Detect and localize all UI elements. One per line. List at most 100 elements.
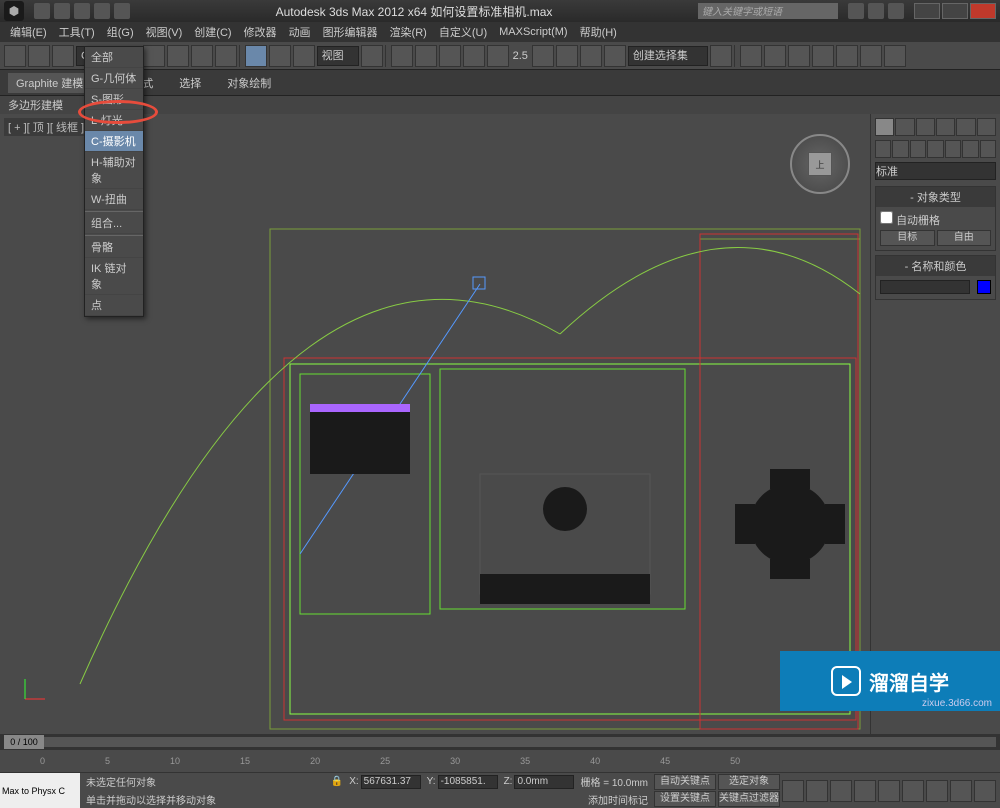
close-button[interactable] bbox=[970, 3, 996, 19]
menu-animation[interactable]: 动画 bbox=[289, 24, 311, 40]
coord-z-input[interactable] bbox=[514, 775, 574, 789]
menu-maxscript[interactable]: MAXScript(M) bbox=[499, 26, 567, 38]
viewcube-face[interactable]: 上 bbox=[808, 152, 832, 176]
time-slider-handle[interactable]: 0 / 100 bbox=[4, 735, 44, 749]
link-icon[interactable] bbox=[4, 45, 26, 67]
category-dropdown[interactable]: 标准 bbox=[875, 162, 996, 180]
maximize-viewport-icon[interactable] bbox=[974, 780, 996, 802]
layer-icon[interactable] bbox=[604, 45, 626, 67]
display-tab-icon[interactable] bbox=[956, 118, 975, 136]
create-cameras-icon[interactable] bbox=[927, 140, 943, 158]
mirror-icon[interactable] bbox=[556, 45, 578, 67]
menu-tools[interactable]: 工具(T) bbox=[59, 24, 95, 40]
filter-warps[interactable]: W-扭曲 bbox=[85, 189, 143, 210]
modify-tab-icon[interactable] bbox=[895, 118, 914, 136]
mirror2-icon[interactable] bbox=[710, 45, 732, 67]
angle-snap-icon[interactable] bbox=[463, 45, 485, 67]
select-name-icon[interactable] bbox=[167, 45, 189, 67]
target-camera-button[interactable]: 目标 bbox=[880, 230, 935, 246]
lock-icon[interactable]: 🔒 bbox=[331, 776, 343, 787]
filter-combo[interactable]: 组合... bbox=[85, 213, 143, 234]
filter-helpers[interactable]: H-辅助对象 bbox=[85, 152, 143, 189]
render-icon[interactable] bbox=[860, 45, 882, 67]
object-type-rollout-header[interactable]: - 对象类型 bbox=[876, 187, 995, 207]
help-search-input[interactable]: 键入关键字或短语 bbox=[698, 3, 838, 19]
help-icon[interactable] bbox=[848, 3, 864, 19]
menu-graph-editors[interactable]: 图形编辑器 bbox=[323, 24, 378, 40]
auto-key-button[interactable]: 自动关键点 bbox=[654, 774, 716, 790]
goto-start-icon[interactable] bbox=[782, 780, 804, 802]
menu-rendering[interactable]: 渲染(R) bbox=[390, 24, 427, 40]
hierarchy-tab-icon[interactable] bbox=[916, 118, 935, 136]
time-ruler[interactable]: 05101520253035404550 bbox=[0, 750, 1000, 772]
zoom-icon[interactable] bbox=[926, 780, 948, 802]
utilities-tab-icon[interactable] bbox=[977, 118, 996, 136]
qat-save-icon[interactable] bbox=[74, 3, 90, 19]
selected-dropdown[interactable]: 选定对象 bbox=[718, 774, 780, 790]
move-icon[interactable] bbox=[245, 45, 267, 67]
reference-coord-dropdown[interactable]: 视图 bbox=[317, 46, 359, 66]
align-icon[interactable] bbox=[580, 45, 602, 67]
create-lights-icon[interactable] bbox=[910, 140, 926, 158]
name-color-rollout-header[interactable]: - 名称和颜色 bbox=[876, 256, 995, 276]
pivot-icon[interactable] bbox=[361, 45, 383, 67]
select-region-icon[interactable] bbox=[191, 45, 213, 67]
autogrid-checkbox[interactable]: 自动栅格 bbox=[880, 215, 940, 227]
free-camera-button[interactable]: 自由 bbox=[937, 230, 992, 246]
app-logo[interactable]: ⬢ bbox=[4, 1, 24, 21]
qat-redo-icon[interactable] bbox=[114, 3, 130, 19]
menu-edit[interactable]: 编辑(E) bbox=[10, 24, 47, 40]
qat-new-icon[interactable] bbox=[34, 3, 50, 19]
zoom-extents-icon[interactable] bbox=[950, 780, 972, 802]
motion-tab-icon[interactable] bbox=[936, 118, 955, 136]
rotate-icon[interactable] bbox=[269, 45, 291, 67]
bind-icon[interactable] bbox=[52, 45, 74, 67]
render-frame-icon[interactable] bbox=[836, 45, 858, 67]
keyboard-icon[interactable] bbox=[415, 45, 437, 67]
goto-end-icon[interactable] bbox=[878, 780, 900, 802]
next-frame-icon[interactable] bbox=[854, 780, 876, 802]
ribbon-tab-objectpaint[interactable]: 对象绘制 bbox=[219, 73, 279, 93]
viewcube[interactable]: 上 bbox=[790, 134, 850, 194]
window-crossing-icon[interactable] bbox=[215, 45, 237, 67]
spinner-snap-icon[interactable] bbox=[532, 45, 554, 67]
set-key-button[interactable]: 设置关键点 bbox=[654, 791, 716, 807]
teapot-icon[interactable] bbox=[884, 45, 906, 67]
unlink-icon[interactable] bbox=[28, 45, 50, 67]
create-spacewarps-icon[interactable] bbox=[962, 140, 978, 158]
qat-undo-icon[interactable] bbox=[94, 3, 110, 19]
create-geometry-icon[interactable] bbox=[875, 140, 891, 158]
render-setup-icon[interactable] bbox=[812, 45, 834, 67]
manipulate-icon[interactable] bbox=[391, 45, 413, 67]
coord-y-input[interactable] bbox=[438, 775, 498, 789]
create-shapes-icon[interactable] bbox=[892, 140, 908, 158]
menu-modifiers[interactable]: 修改器 bbox=[244, 24, 277, 40]
filter-shapes[interactable]: S-图形 bbox=[85, 89, 143, 110]
create-helpers-icon[interactable] bbox=[945, 140, 961, 158]
curve-editor-icon[interactable] bbox=[740, 45, 762, 67]
scale-icon[interactable] bbox=[293, 45, 315, 67]
qat-open-icon[interactable] bbox=[54, 3, 70, 19]
schematic-icon[interactable] bbox=[764, 45, 786, 67]
prev-frame-icon[interactable] bbox=[806, 780, 828, 802]
menu-create[interactable]: 创建(C) bbox=[194, 24, 231, 40]
object-name-input[interactable] bbox=[880, 280, 970, 294]
object-color-swatch[interactable] bbox=[977, 280, 991, 294]
coord-x-input[interactable] bbox=[361, 775, 421, 789]
add-time-tag[interactable]: 添加时间标记 bbox=[588, 792, 648, 807]
filter-all[interactable]: 全部 bbox=[85, 47, 143, 68]
filter-geometry[interactable]: G-几何体 bbox=[85, 68, 143, 89]
poly-modeling-bar[interactable]: 多边形建模 bbox=[0, 96, 1000, 114]
select-icon[interactable] bbox=[143, 45, 165, 67]
maximize-button[interactable] bbox=[942, 3, 968, 19]
snap-icon[interactable] bbox=[439, 45, 461, 67]
star-icon[interactable] bbox=[868, 3, 884, 19]
pan-icon[interactable] bbox=[902, 780, 924, 802]
filter-lights[interactable]: L-灯光 bbox=[85, 110, 143, 131]
info-icon[interactable] bbox=[888, 3, 904, 19]
key-filters-button[interactable]: 关键点过滤器 bbox=[718, 791, 780, 807]
material-editor-icon[interactable] bbox=[788, 45, 810, 67]
menu-help[interactable]: 帮助(H) bbox=[580, 24, 617, 40]
menu-views[interactable]: 视图(V) bbox=[146, 24, 183, 40]
menu-group[interactable]: 组(G) bbox=[107, 24, 134, 40]
